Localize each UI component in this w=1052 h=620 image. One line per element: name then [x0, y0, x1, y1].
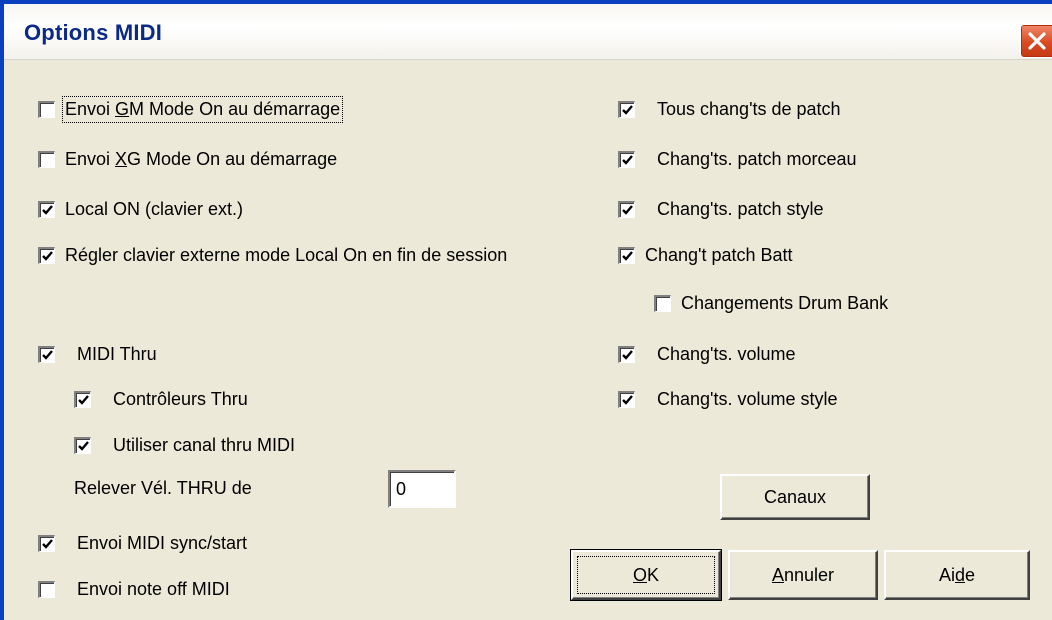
cancel-button[interactable]: Annuler: [728, 550, 878, 600]
midi-options-dialog: Options MIDI Envoi GM Mode On au démarra…: [0, 0, 1052, 620]
checkmark-icon: [78, 394, 89, 405]
local-on-end-session-label: Régler clavier externe mode Local On en …: [65, 244, 508, 265]
all-patch-changes-label: Tous chang'ts de patch: [657, 98, 841, 119]
checkmark-icon: [622, 104, 633, 115]
checkbox-box[interactable]: [38, 100, 55, 118]
checkbox-box[interactable]: [654, 294, 671, 312]
velocity-boost-label: Relever Vél. THRU de: [74, 478, 252, 498]
local-on-end-session-checkbox[interactable]: Régler clavier externe mode Local On en …: [38, 242, 507, 268]
velocity-boost-input[interactable]: [388, 470, 456, 508]
drum-patch-change-checkbox[interactable]: Chang't patch Batt: [618, 242, 793, 268]
close-button[interactable]: [1020, 24, 1052, 58]
checkbox-box[interactable]: [38, 580, 55, 598]
checkbox-box[interactable]: [618, 246, 635, 264]
song-patch-changes-label: Chang'ts. patch morceau: [657, 148, 857, 169]
local-on-checkbox[interactable]: Local ON (clavier ext.): [38, 196, 243, 222]
controllers-thru-label: Contrôleurs Thru: [113, 388, 248, 409]
midi-thru-label: MIDI Thru: [77, 343, 157, 364]
checkmark-icon: [622, 154, 633, 165]
checkmark-icon: [42, 538, 53, 549]
checkmark-icon: [622, 394, 633, 405]
checkmark-icon: [622, 250, 633, 261]
cancel-button-label: Annuler: [771, 564, 835, 585]
use-thru-channel-label: Utiliser canal thru MIDI: [113, 434, 296, 455]
style-patch-changes-checkbox[interactable]: Chang'ts. patch style: [618, 196, 824, 222]
local-on-label: Local ON (clavier ext.): [65, 198, 244, 219]
checkbox-box[interactable]: [618, 150, 635, 168]
checkmark-icon: [42, 250, 53, 261]
channels-button[interactable]: Canaux: [720, 474, 870, 520]
checkbox-box[interactable]: [38, 534, 55, 552]
style-patch-changes-label: Chang'ts. patch style: [657, 198, 824, 219]
drum-bank-changes-label: Changements Drum Bank: [681, 292, 889, 313]
checkbox-box[interactable]: [38, 150, 55, 168]
title-bar[interactable]: Options MIDI: [4, 4, 1052, 60]
use-thru-channel-checkbox[interactable]: Utiliser canal thru MIDI: [74, 432, 295, 458]
checkmark-icon: [622, 204, 633, 215]
close-icon: [1028, 32, 1046, 50]
send-xg-mode-checkbox[interactable]: Envoi XG Mode On au démarrage: [38, 146, 337, 172]
send-gm-mode-checkbox[interactable]: Envoi GM Mode On au démarrage: [38, 95, 344, 123]
send-gm-mode-label: Envoi GM Mode On au démarrage: [61, 95, 344, 123]
volume-changes-checkbox[interactable]: Chang'ts. volume: [618, 341, 796, 367]
controllers-thru-checkbox[interactable]: Contrôleurs Thru: [74, 386, 248, 412]
help-button-label: Aide: [938, 564, 976, 585]
checkbox-box[interactable]: [618, 345, 635, 363]
send-sync-start-label: Envoi MIDI sync/start: [77, 532, 248, 553]
channels-button-label: Canaux: [763, 486, 827, 507]
drum-patch-change-label: Chang't patch Batt: [645, 244, 793, 265]
dialog-body: Envoi GM Mode On au démarrage Envoi XG M…: [4, 60, 1052, 620]
send-sync-start-checkbox[interactable]: Envoi MIDI sync/start: [38, 530, 247, 556]
checkbox-box[interactable]: [38, 345, 55, 363]
checkbox-box[interactable]: [618, 100, 635, 118]
help-button[interactable]: Aide: [884, 550, 1030, 600]
checkmark-icon: [42, 349, 53, 360]
song-patch-changes-checkbox[interactable]: Chang'ts. patch morceau: [618, 146, 857, 172]
style-volume-changes-checkbox[interactable]: Chang'ts. volume style: [618, 386, 838, 412]
ok-button[interactable]: OK: [570, 549, 722, 601]
dialog-title: Options MIDI: [24, 20, 163, 45]
send-note-off-label: Envoi note off MIDI: [77, 578, 230, 599]
checkbox-box[interactable]: [74, 436, 91, 454]
send-note-off-checkbox[interactable]: Envoi note off MIDI: [38, 576, 230, 602]
style-volume-changes-label: Chang'ts. volume style: [657, 388, 838, 409]
checkmark-icon: [42, 204, 53, 215]
checkbox-box[interactable]: [74, 390, 91, 408]
volume-changes-label: Chang'ts. volume: [657, 343, 796, 364]
all-patch-changes-checkbox[interactable]: Tous chang'ts de patch: [618, 96, 841, 122]
send-xg-mode-label: Envoi XG Mode On au démarrage: [65, 148, 338, 169]
checkmark-icon: [622, 349, 633, 360]
checkbox-box[interactable]: [618, 200, 635, 218]
checkbox-box[interactable]: [618, 390, 635, 408]
checkbox-box[interactable]: [38, 200, 55, 218]
midi-thru-checkbox[interactable]: MIDI Thru: [38, 341, 157, 367]
ok-button-label: OK: [632, 564, 660, 585]
checkmark-icon: [78, 440, 89, 451]
checkbox-box[interactable]: [38, 246, 55, 264]
drum-bank-changes-checkbox[interactable]: Changements Drum Bank: [654, 290, 888, 316]
